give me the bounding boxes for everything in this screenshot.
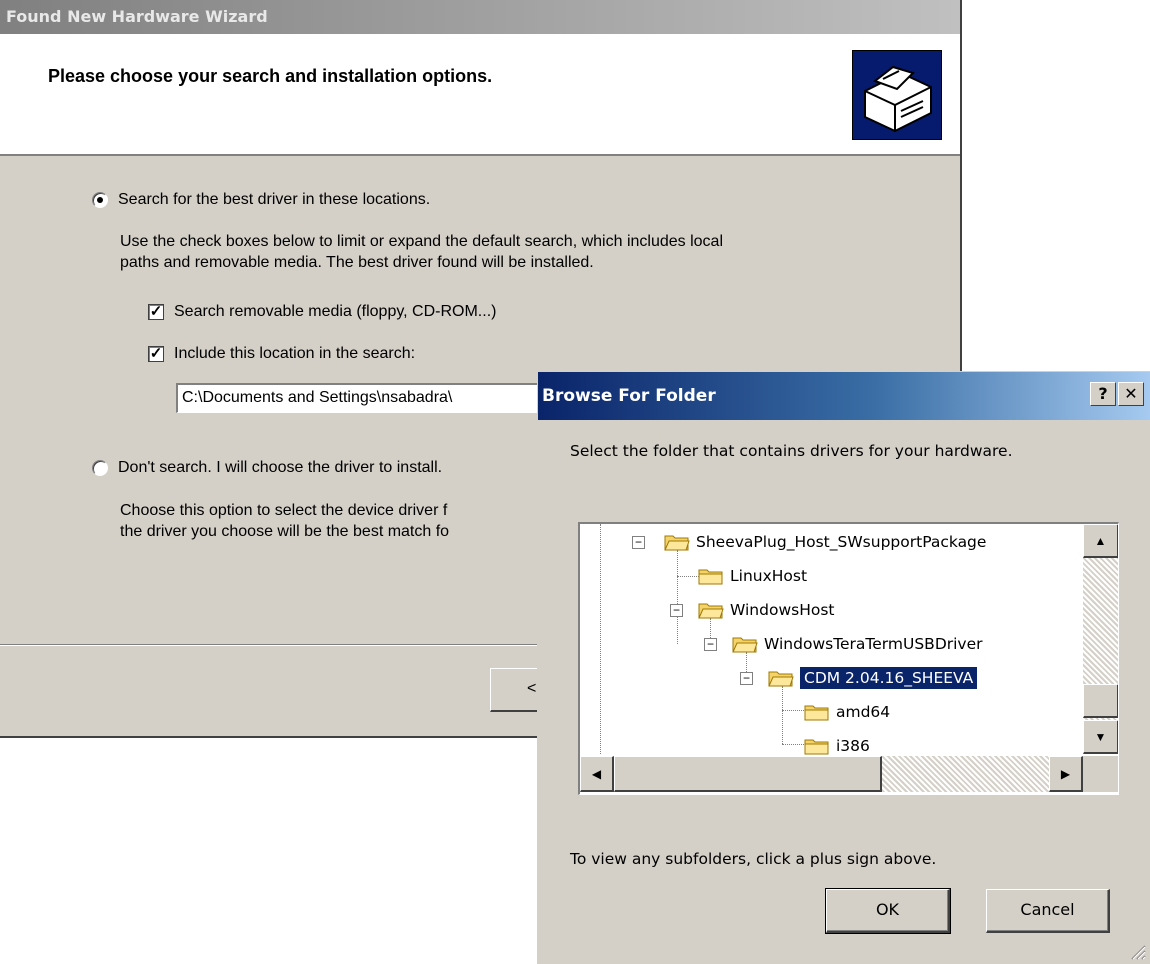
resize-grip-icon[interactable] [1126, 940, 1146, 960]
search-description-line1: Use the check boxes below to limit or ex… [120, 233, 723, 250]
tree-line [782, 744, 804, 745]
removable-media-checkbox[interactable]: ✓ Search removable media (floppy, CD-ROM… [148, 303, 496, 321]
browse-for-folder-dialog: Browse For Folder ? ✕ Select the folder … [537, 371, 1150, 964]
search-option-radio[interactable]: Search for the best driver in these loca… [92, 191, 430, 209]
tree-item-label: i386 [836, 737, 870, 755]
folder-icon [804, 705, 829, 721]
cancel-button[interactable]: Cancel [986, 889, 1110, 933]
wizard-heading: Please choose your search and installati… [48, 66, 493, 86]
folder-open-icon [768, 671, 794, 687]
wizard-header: Please choose your search and installati… [0, 34, 960, 156]
checkbox-checked-icon[interactable]: ✓ [148, 304, 164, 320]
radio-checked-icon[interactable] [92, 192, 108, 208]
include-location-label: Include this location in the search: [174, 345, 416, 362]
radio-unchecked-icon[interactable] [92, 460, 108, 476]
folder-tree-content: − SheevaPlug_Host_SWsupportPackage Linux… [580, 524, 1080, 755]
manual-option-radio[interactable]: Don't search. I will choose the driver t… [92, 459, 442, 477]
search-option-description: Use the check boxes below to limit or ex… [120, 231, 723, 273]
tree-line [677, 576, 699, 577]
horizontal-scrollbar[interactable]: ◀ ▶ [580, 756, 1083, 792]
browse-hint: To view any subfolders, click a plus sig… [570, 850, 937, 868]
tree-item-label: amd64 [836, 703, 891, 721]
scroll-left-arrow-icon[interactable]: ◀ [580, 756, 614, 792]
collapse-icon[interactable]: − [704, 638, 717, 651]
folder-icon [698, 569, 723, 585]
close-button[interactable]: ✕ [1118, 382, 1144, 406]
collapse-icon[interactable]: − [632, 536, 645, 549]
scroll-right-arrow-icon[interactable]: ▶ [1049, 756, 1083, 792]
scrollbar-corner [1083, 756, 1118, 792]
browse-title-bar[interactable]: Browse For Folder [538, 372, 1150, 420]
tree-line [782, 710, 804, 711]
folder-open-icon [698, 603, 724, 619]
collapse-icon[interactable]: − [740, 672, 753, 685]
tree-line [600, 524, 601, 754]
hardware-icon [852, 50, 942, 140]
ok-button[interactable]: OK [825, 888, 951, 934]
tree-item-selected[interactable]: CDM 2.04.16_SHEEVA [768, 661, 979, 695]
tree-item-label: WindowsTeraTermUSBDriver [764, 635, 983, 653]
tree-item[interactable]: WindowsHost [698, 593, 834, 627]
manual-description-line1: Choose this option to select the device … [120, 502, 448, 519]
collapse-icon[interactable]: − [670, 604, 683, 617]
scroll-down-arrow-icon[interactable]: ▼ [1083, 720, 1118, 754]
location-path-input[interactable]: C:\Documents and Settings\nsabadra\ [176, 383, 556, 413]
include-location-checkbox[interactable]: ✓ Include this location in the search: [148, 345, 415, 363]
scroll-up-arrow-icon[interactable]: ▲ [1083, 524, 1118, 558]
tree-item-label: WindowsHost [730, 601, 835, 619]
checkbox-checked-icon[interactable]: ✓ [148, 346, 164, 362]
wizard-title-bar[interactable]: Found New Hardware Wizard [0, 0, 960, 34]
vertical-scrollbar[interactable]: ▲ ▼ [1083, 524, 1118, 754]
scroll-thumb[interactable] [1083, 684, 1118, 718]
folder-open-icon [664, 535, 690, 551]
tree-item[interactable]: LinuxHost [698, 559, 807, 593]
search-description-line2: paths and removable media. The best driv… [120, 254, 594, 271]
help-button[interactable]: ? [1090, 382, 1116, 406]
tree-item-label: CDM 2.04.16_SHEEVA [798, 666, 979, 690]
wizard-title: Found New Hardware Wizard [6, 7, 268, 26]
tree-item[interactable]: amd64 [804, 695, 890, 729]
browse-title: Browse For Folder [542, 386, 716, 406]
tree-item-label: LinuxHost [730, 567, 808, 585]
browse-prompt: Select the folder that contains drivers … [570, 442, 1013, 460]
removable-media-label: Search removable media (floppy, CD-ROM..… [174, 303, 497, 320]
tree-line [677, 550, 678, 644]
scroll-thumb[interactable] [614, 756, 882, 792]
folder-open-icon [732, 637, 758, 653]
manual-option-description: Choose this option to select the device … [120, 500, 449, 542]
manual-description-line2: the driver you choose will be the best m… [120, 523, 450, 540]
tree-item[interactable]: SheevaPlug_Host_SWsupportPackage [664, 525, 986, 559]
folder-tree[interactable]: − SheevaPlug_Host_SWsupportPackage Linux… [578, 522, 1119, 795]
tree-item-label: SheevaPlug_Host_SWsupportPackage [696, 533, 987, 551]
tree-item[interactable]: WindowsTeraTermUSBDriver [732, 627, 983, 661]
folder-icon [804, 739, 829, 755]
search-option-label: Search for the best driver in these loca… [118, 191, 431, 208]
manual-option-label: Don't search. I will choose the driver t… [118, 459, 443, 476]
